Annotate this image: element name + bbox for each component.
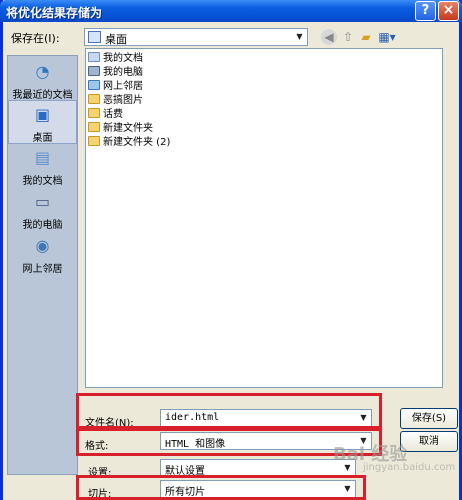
item-name: 恶搞图片 (103, 95, 143, 106)
item-name: 我的文档 (103, 53, 143, 64)
close-button[interactable]: × (438, 1, 459, 21)
my-computer-icon: ▭ (34, 192, 51, 211)
desktop-icon (88, 31, 101, 43)
cancel-button[interactable]: 取消 (400, 431, 458, 452)
place-label: 网上邻居 (22, 264, 63, 275)
folder-icon (88, 108, 100, 118)
places-bar: ◔ 我最近的文档 ▣ 桌面 ▤ 我的文档 ▭ 我的电脑 ◉ 网上邻居 (7, 55, 78, 475)
list-item[interactable]: 新建文件夹 (88, 122, 153, 135)
views-menu-icon[interactable]: ▦▾ (376, 29, 398, 45)
list-item[interactable]: 恶搞图片 (88, 94, 143, 107)
list-item[interactable]: 我的电脑 (88, 66, 143, 79)
list-item[interactable]: 新建文件夹 (2) (88, 136, 170, 149)
list-item[interactable]: 我的文档 (88, 52, 143, 65)
my-documents-icon (88, 52, 100, 62)
item-name: 网上邻居 (103, 81, 143, 92)
save-in-dropdown[interactable]: 桌面 ▼ (84, 28, 308, 46)
desktop-icon: ▣ (34, 105, 51, 124)
my-documents-icon: ▤ (34, 148, 51, 167)
place-label: 我的电脑 (22, 220, 63, 231)
my-computer-icon (88, 66, 100, 76)
folder-icon (88, 122, 100, 132)
list-item[interactable]: 网上邻居 (88, 80, 143, 93)
item-name: 新建文件夹 (2) (103, 137, 171, 148)
item-name: 我的电脑 (103, 67, 143, 78)
save-in-label: 保存在(I): (11, 32, 60, 45)
highlight-box (76, 393, 382, 429)
network-icon: ◉ (35, 236, 50, 255)
file-list[interactable]: 我的文档 我的电脑 网上邻居 恶搞图片 话费 新建文件夹 新建文件夹 (2) (85, 48, 443, 388)
place-my-computer[interactable]: ▭ 我的电脑 (8, 188, 77, 232)
item-name: 新建文件夹 (103, 123, 153, 134)
save-in-value: 桌面 (105, 33, 127, 46)
back-icon[interactable]: ◀ (321, 29, 337, 45)
item-name: 话费 (103, 109, 123, 120)
up-folder-icon[interactable]: ⇧ (340, 29, 356, 45)
chevron-down-icon[interactable]: ▼ (292, 29, 307, 45)
place-recent-documents[interactable]: ◔ 我最近的文档 (8, 58, 77, 102)
recent-docs-icon: ◔ (35, 62, 50, 81)
window-title: 将优化结果存储为 (6, 6, 103, 20)
list-item[interactable]: 话费 (88, 108, 123, 121)
save-dialog: 将优化结果存储为 ? × 保存在(I): 桌面 ▼ ◀ ⇧ ▰ ▦▾ ◔ 我最近… (0, 0, 462, 500)
place-label: 我最近的文档 (12, 90, 73, 101)
place-desktop[interactable]: ▣ 桌面 (8, 100, 77, 144)
new-folder-icon[interactable]: ▰ (358, 29, 374, 45)
watermark-url: jingyan.baidu.com (363, 462, 456, 473)
highlight-box (76, 475, 366, 500)
place-label: 我的文档 (22, 176, 63, 187)
save-button[interactable]: 保存(S) (400, 408, 458, 429)
place-my-documents[interactable]: ▤ 我的文档 (8, 144, 77, 188)
folder-icon (88, 136, 100, 146)
place-network[interactable]: ◉ 网上邻居 (8, 232, 77, 276)
help-button[interactable]: ? (415, 1, 436, 21)
network-icon (88, 80, 100, 90)
place-label: 桌面 (32, 133, 53, 144)
folder-icon (88, 94, 100, 104)
title-bar[interactable]: 将优化结果存储为 ? × (0, 0, 462, 22)
